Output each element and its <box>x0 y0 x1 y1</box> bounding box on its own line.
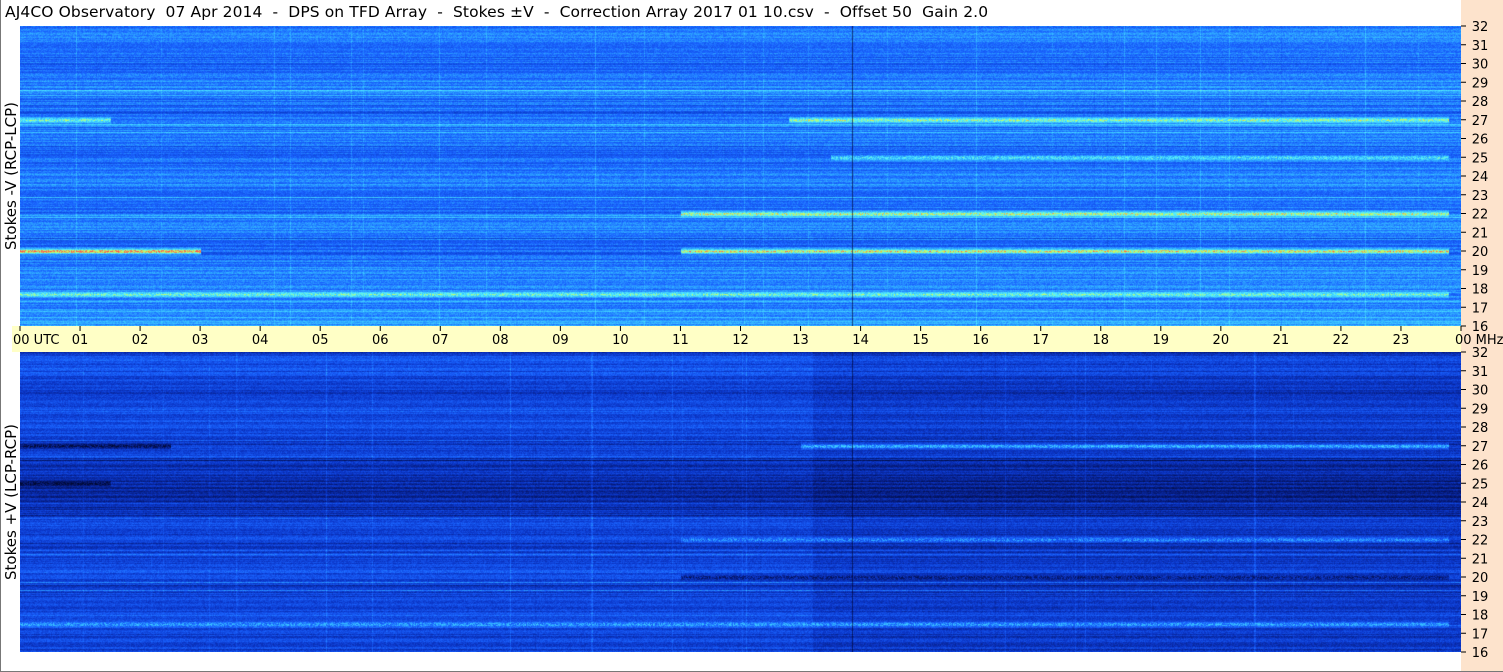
top-panel-ylabel: Stokes -V (RCP-LCP) <box>2 102 20 250</box>
stokes-minus-v-spectrogram <box>20 26 1461 326</box>
stokes-plus-v-spectrogram <box>20 352 1461 652</box>
chart-title: AJ4CO Observatory 07 Apr 2014 - DPS on T… <box>5 3 989 21</box>
frequency-axis-strip <box>1461 0 1503 672</box>
left-border <box>0 0 1 672</box>
time-axis-strip <box>12 326 1461 352</box>
bottom-panel-ylabel: Stokes +V (LCP-RCP) <box>2 424 20 580</box>
